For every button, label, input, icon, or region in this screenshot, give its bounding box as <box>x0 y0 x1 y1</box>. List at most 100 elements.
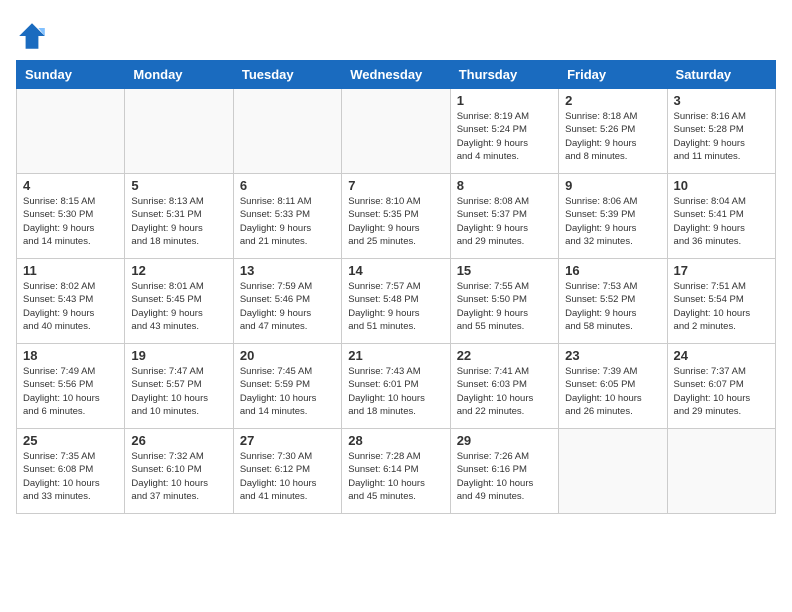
day-info: Sunrise: 8:02 AM Sunset: 5:43 PM Dayligh… <box>23 280 118 333</box>
calendar-cell: 20Sunrise: 7:45 AM Sunset: 5:59 PM Dayli… <box>233 344 341 429</box>
calendar-cell: 2 Sunrise: 8:18 AM Sunset: 5:26 PM Daylig… <box>559 89 667 174</box>
day-number: 25 <box>23 433 118 448</box>
day-number: 28 <box>348 433 443 448</box>
day-info: Sunrise: 7:51 AM Sunset: 5:54 PM Dayligh… <box>674 280 769 333</box>
day-info: Sunrise: 8:11 AM Sunset: 5:33 PM Dayligh… <box>240 195 335 248</box>
calendar-cell <box>342 89 450 174</box>
calendar-week-row: 25 Sunrise: 7:35 AM Sunset: 6:08 PM Dayli… <box>17 429 776 514</box>
calendar-cell: 12 Sunrise: 8:01 AM Sunset: 5:45 PM Dayli… <box>125 259 233 344</box>
day-number: 6 <box>240 178 335 193</box>
calendar-cell <box>559 429 667 514</box>
calendar-cell <box>667 429 775 514</box>
day-number: 4 <box>23 178 118 193</box>
day-info: Sunrise: 8:18 AM Sunset: 5:26 PM Dayligh… <box>565 110 660 163</box>
calendar-cell: 11 Sunrise: 8:02 AM Sunset: 5:43 PM Dayli… <box>17 259 125 344</box>
calendar-cell: 21 Sunrise: 7:43 AM Sunset: 6:01 PM Dayli… <box>342 344 450 429</box>
day-info: Sunrise: 7:39 AM Sunset: 6:05 PM Dayligh… <box>565 365 660 418</box>
day-info: Sunrise: 8:10 AM Sunset: 5:35 PM Dayligh… <box>348 195 443 248</box>
calendar-week-row: 1 Sunrise: 8:19 AM Sunset: 5:24 PM Daylig… <box>17 89 776 174</box>
day-info: Sunrise: 7:43 AM Sunset: 6:01 PM Dayligh… <box>348 365 443 418</box>
logo-icon <box>16 20 48 52</box>
day-number: 24 <box>674 348 769 363</box>
calendar-header-sunday: Sunday <box>17 61 125 89</box>
day-number: 15 <box>457 263 552 278</box>
day-number: 26 <box>131 433 226 448</box>
calendar-cell: 24 Sunrise: 7:37 AM Sunset: 6:07 PM Dayli… <box>667 344 775 429</box>
calendar-week-row: 4 Sunrise: 8:15 AM Sunset: 5:30 PM Daylig… <box>17 174 776 259</box>
calendar-cell: 28 Sunrise: 7:28 AM Sunset: 6:14 PM Dayli… <box>342 429 450 514</box>
day-info: Sunrise: 8:08 AM Sunset: 5:37 PM Dayligh… <box>457 195 552 248</box>
calendar-cell: 23 Sunrise: 7:39 AM Sunset: 6:05 PM Dayli… <box>559 344 667 429</box>
day-info: Sunrise: 7:28 AM Sunset: 6:14 PM Dayligh… <box>348 450 443 503</box>
day-info: Sunrise: 7:53 AM Sunset: 5:52 PM Dayligh… <box>565 280 660 333</box>
day-number: 11 <box>23 263 118 278</box>
day-info: Sunrise: 8:04 AM Sunset: 5:41 PM Dayligh… <box>674 195 769 248</box>
day-number: 18 <box>23 348 118 363</box>
calendar-cell: 7 Sunrise: 8:10 AM Sunset: 5:35 PM Daylig… <box>342 174 450 259</box>
day-info: Sunrise: 7:57 AM Sunset: 5:48 PM Dayligh… <box>348 280 443 333</box>
calendar-cell: 9 Sunrise: 8:06 AM Sunset: 5:39 PM Daylig… <box>559 174 667 259</box>
day-info: Sunrise: 7:32 AM Sunset: 6:10 PM Dayligh… <box>131 450 226 503</box>
day-number: 21 <box>348 348 443 363</box>
calendar-cell: 15 Sunrise: 7:55 AM Sunset: 5:50 PM Dayli… <box>450 259 558 344</box>
day-number: 3 <box>674 93 769 108</box>
day-number: 23 <box>565 348 660 363</box>
day-info: Sunrise: 8:01 AM Sunset: 5:45 PM Dayligh… <box>131 280 226 333</box>
calendar-table: SundayMondayTuesdayWednesdayThursdayFrid… <box>16 60 776 514</box>
day-number: 13 <box>240 263 335 278</box>
calendar-cell: 29 Sunrise: 7:26 AM Sunset: 6:16 PM Dayli… <box>450 429 558 514</box>
day-number: 17 <box>674 263 769 278</box>
day-info: Sunrise: 7:59 AM Sunset: 5:46 PM Dayligh… <box>240 280 335 333</box>
day-number: 29 <box>457 433 552 448</box>
calendar-cell: 1 Sunrise: 8:19 AM Sunset: 5:24 PM Daylig… <box>450 89 558 174</box>
day-info: Sunrise: 7:49 AM Sunset: 5:56 PM Dayligh… <box>23 365 118 418</box>
day-info: Sunrise: 8:13 AM Sunset: 5:31 PM Dayligh… <box>131 195 226 248</box>
calendar-cell: 6 Sunrise: 8:11 AM Sunset: 5:33 PM Daylig… <box>233 174 341 259</box>
calendar-cell: 25 Sunrise: 7:35 AM Sunset: 6:08 PM Dayli… <box>17 429 125 514</box>
day-number: 22 <box>457 348 552 363</box>
calendar-cell: 13 Sunrise: 7:59 AM Sunset: 5:46 PM Dayli… <box>233 259 341 344</box>
day-info: Sunrise: 8:06 AM Sunset: 5:39 PM Dayligh… <box>565 195 660 248</box>
calendar-cell: 27Sunrise: 7:30 AM Sunset: 6:12 PM Dayli… <box>233 429 341 514</box>
day-number: 7 <box>348 178 443 193</box>
day-number: 14 <box>348 263 443 278</box>
day-info: Sunrise: 7:55 AM Sunset: 5:50 PM Dayligh… <box>457 280 552 333</box>
calendar-cell <box>17 89 125 174</box>
day-number: 12 <box>131 263 226 278</box>
calendar-cell <box>233 89 341 174</box>
calendar-week-row: 11 Sunrise: 8:02 AM Sunset: 5:43 PM Dayli… <box>17 259 776 344</box>
day-number: 10 <box>674 178 769 193</box>
calendar-cell: 19 Sunrise: 7:47 AM Sunset: 5:57 PM Dayli… <box>125 344 233 429</box>
calendar-cell: 10 Sunrise: 8:04 AM Sunset: 5:41 PM Dayli… <box>667 174 775 259</box>
calendar-header-thursday: Thursday <box>450 61 558 89</box>
calendar-cell: 16 Sunrise: 7:53 AM Sunset: 5:52 PM Dayli… <box>559 259 667 344</box>
calendar-header-row: SundayMondayTuesdayWednesdayThursdayFrid… <box>17 61 776 89</box>
calendar-cell: 8 Sunrise: 8:08 AM Sunset: 5:37 PM Daylig… <box>450 174 558 259</box>
calendar-cell: 5Sunrise: 8:13 AM Sunset: 5:31 PM Daylig… <box>125 174 233 259</box>
calendar-header-tuesday: Tuesday <box>233 61 341 89</box>
day-info: Sunrise: 8:15 AM Sunset: 5:30 PM Dayligh… <box>23 195 118 248</box>
day-info: Sunrise: 7:37 AM Sunset: 6:07 PM Dayligh… <box>674 365 769 418</box>
calendar-cell: 4 Sunrise: 8:15 AM Sunset: 5:30 PM Daylig… <box>17 174 125 259</box>
day-info: Sunrise: 8:16 AM Sunset: 5:28 PM Dayligh… <box>674 110 769 163</box>
day-number: 27 <box>240 433 335 448</box>
calendar-cell: 26 Sunrise: 7:32 AM Sunset: 6:10 PM Dayli… <box>125 429 233 514</box>
day-number: 9 <box>565 178 660 193</box>
day-info: Sunrise: 7:47 AM Sunset: 5:57 PM Dayligh… <box>131 365 226 418</box>
calendar-header-saturday: Saturday <box>667 61 775 89</box>
day-info: Sunrise: 8:19 AM Sunset: 5:24 PM Dayligh… <box>457 110 552 163</box>
calendar-header-monday: Monday <box>125 61 233 89</box>
day-number: 19 <box>131 348 226 363</box>
day-number: 2 <box>565 93 660 108</box>
day-info: Sunrise: 7:35 AM Sunset: 6:08 PM Dayligh… <box>23 450 118 503</box>
calendar-week-row: 18 Sunrise: 7:49 AM Sunset: 5:56 PM Dayli… <box>17 344 776 429</box>
day-info: Sunrise: 7:45 AM Sunset: 5:59 PM Dayligh… <box>240 365 335 418</box>
day-number: 1 <box>457 93 552 108</box>
calendar-cell: 3 Sunrise: 8:16 AM Sunset: 5:28 PM Daylig… <box>667 89 775 174</box>
day-number: 8 <box>457 178 552 193</box>
calendar-header-friday: Friday <box>559 61 667 89</box>
calendar-cell: 18 Sunrise: 7:49 AM Sunset: 5:56 PM Dayli… <box>17 344 125 429</box>
day-number: 16 <box>565 263 660 278</box>
day-info: Sunrise: 7:26 AM Sunset: 6:16 PM Dayligh… <box>457 450 552 503</box>
page-header <box>16 16 776 52</box>
